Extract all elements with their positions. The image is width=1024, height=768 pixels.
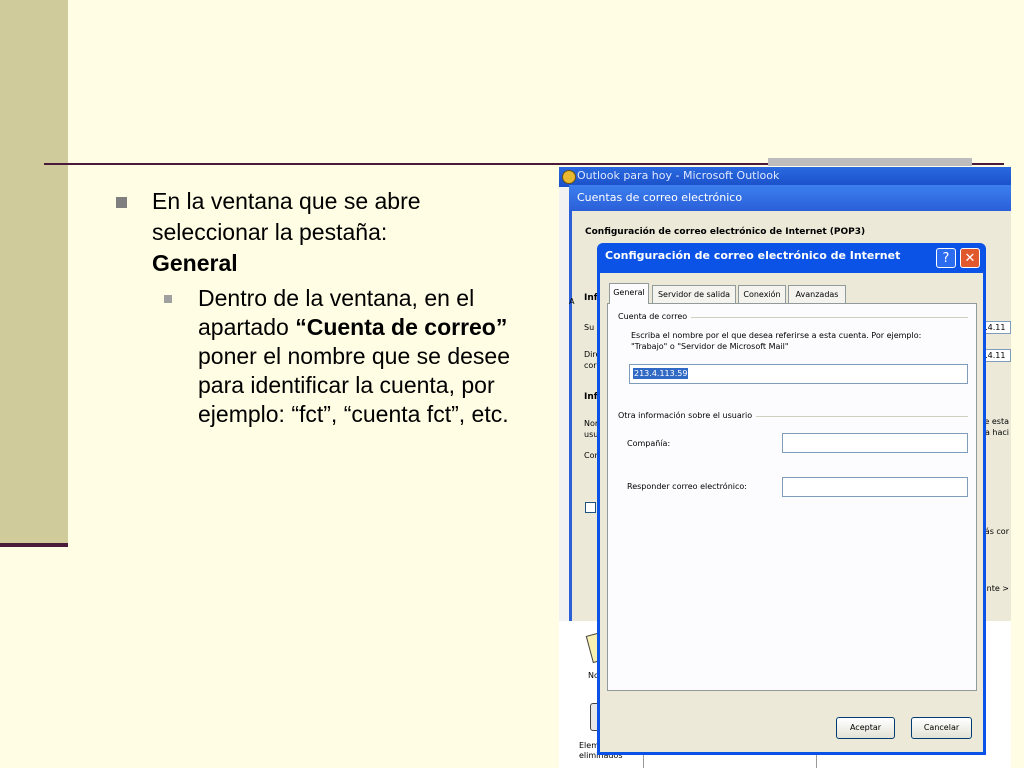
account-name-value: 213.4.113.59: [633, 368, 689, 379]
bullet-square-icon: [116, 197, 127, 208]
peek-inf1: Inf: [584, 293, 598, 303]
close-icon: ✕: [964, 251, 976, 266]
peek-next-button[interactable]: nte >: [987, 584, 1009, 593]
tab-advanced[interactable]: Avanzadas: [788, 285, 846, 303]
peek-inf2: Inf: [584, 392, 598, 402]
company-input[interactable]: [782, 433, 968, 453]
peek-con: Cor: [584, 451, 598, 460]
embedded-screenshot: Outlook para hoy - Microsoft Outlook Cue…: [559, 167, 1011, 768]
reply-email-label: Responder correo electrónico:: [627, 482, 747, 491]
user-group-label: Otra información sobre el usuario: [618, 411, 757, 420]
internet-mail-settings-dialog: Configuración de correo electrónico de I…: [597, 243, 986, 755]
outlook-title-bar: Outlook para hoy - Microsoft Outlook: [559, 167, 1011, 187]
help-button[interactable]: ?: [936, 248, 956, 268]
cancel-button[interactable]: Cancelar: [911, 717, 972, 739]
account-name-input[interactable]: 213.4.113.59: [629, 364, 968, 384]
peek-esta: e esta: [984, 417, 1009, 426]
outlook-title: Outlook para hoy - Microsoft Outlook: [577, 169, 780, 182]
dialog-body: General Servidor de salida Conexión Avan…: [600, 273, 983, 752]
outlook-clock-icon: [562, 170, 576, 184]
accept-button[interactable]: Aceptar: [836, 717, 895, 739]
account-description: Escriba el nombre por el que desea refer…: [631, 330, 971, 352]
bullet-main-text: En la ventana que se abre seleccionar la…: [152, 188, 421, 245]
bullet-main-bold: General: [152, 250, 238, 276]
account-description-line1: Escriba el nombre por el que desea refer…: [631, 331, 922, 340]
help-icon: ?: [942, 251, 950, 266]
sub-bullet-bold: “Cuenta de correo”: [295, 314, 508, 340]
peek-checkbox[interactable]: [585, 502, 596, 513]
lower-item-2-line1: Elem: [579, 741, 599, 750]
tab-outgoing-server[interactable]: Servidor de salida: [652, 285, 736, 303]
peek-mas: ás cor: [984, 527, 1009, 536]
tab-general[interactable]: General: [609, 283, 649, 304]
sub-bullet-square-icon: [164, 295, 172, 303]
reply-email-input[interactable]: [782, 477, 968, 497]
accounts-window-title-bar: Cuentas de correo electrónico: [569, 185, 1011, 211]
account-group-label: Cuenta de correo: [618, 312, 692, 321]
bullet-level-2: Dentro de la ventana, en el apartado “Cu…: [152, 284, 532, 429]
account-description-line2: "Trabajo" o "Servidor de Microsoft Mail": [631, 342, 789, 351]
tab-connection[interactable]: Conexión: [738, 285, 786, 303]
accounts-heading: Configuración de correo electrónico de I…: [585, 227, 866, 237]
general-tab-panel: Cuenta de correo Escriba el nombre por e…: [607, 303, 977, 691]
left-decor-bottom: [0, 543, 68, 768]
slide-bullets: En la ventana que se abre seleccionar la…: [112, 186, 532, 429]
peek-a: A: [569, 297, 575, 306]
company-label: Compañía:: [627, 439, 671, 448]
left-decor-accent: [0, 543, 68, 547]
peek-haci: a haci: [984, 428, 1009, 437]
gray-accent-block: [768, 158, 972, 166]
dialog-title: Configuración de correo electrónico de I…: [605, 249, 901, 262]
sub-bullet-text-post: poner el nombre que se desee para identi…: [198, 343, 510, 427]
close-button[interactable]: ✕: [960, 248, 980, 268]
accounts-window-title: Cuentas de correo electrónico: [577, 191, 743, 204]
bullet-level-1: En la ventana que se abre seleccionar la…: [112, 186, 532, 279]
